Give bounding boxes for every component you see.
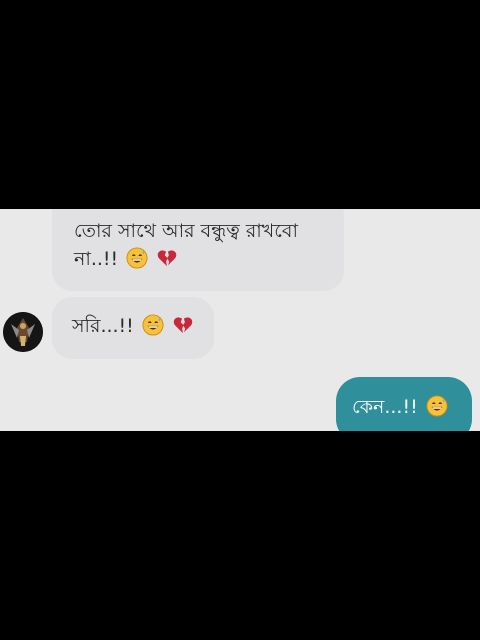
contact-avatar[interactable] (3, 312, 43, 352)
broken-heart-emoji-icon (173, 317, 193, 334)
grinning-sweat-emoji-icon (142, 314, 164, 336)
outgoing-message-bubble[interactable]: কেন...!! (336, 377, 472, 431)
incoming-message-bubble[interactable]: তোর সাথে আর বন্ধুত্ব রাখবো না..!! (52, 209, 344, 291)
message-text: সরি...!! (72, 312, 194, 340)
grinning-sweat-emoji-icon (426, 395, 448, 417)
message-text: কেন...!! (352, 393, 448, 421)
chat-thread[interactable]: তোর সাথে আর বন্ধুত্ব রাখবো না..!! সরি...… (0, 209, 480, 431)
message-text: তোর সাথে আর বন্ধুত্ব রাখবো না..!! (74, 217, 344, 273)
message-text-line-1: তোর সাথে আর বন্ধুত্ব রাখবো (74, 220, 298, 242)
message-text-content: কেন...!! (352, 396, 418, 418)
screen: তোর সাথে আর বন্ধুত্ব রাখবো না..!! সরি...… (0, 0, 480, 640)
message-text-line-2: না..!! (74, 245, 344, 273)
incoming-message-bubble[interactable]: সরি...!! (52, 297, 214, 359)
grinning-sweat-emoji-icon (126, 247, 148, 269)
avatar-image (3, 312, 43, 352)
message-text-line-2-text: না..!! (74, 248, 119, 270)
broken-heart-emoji-icon (157, 250, 177, 267)
message-text-content: সরি...!! (72, 315, 134, 337)
